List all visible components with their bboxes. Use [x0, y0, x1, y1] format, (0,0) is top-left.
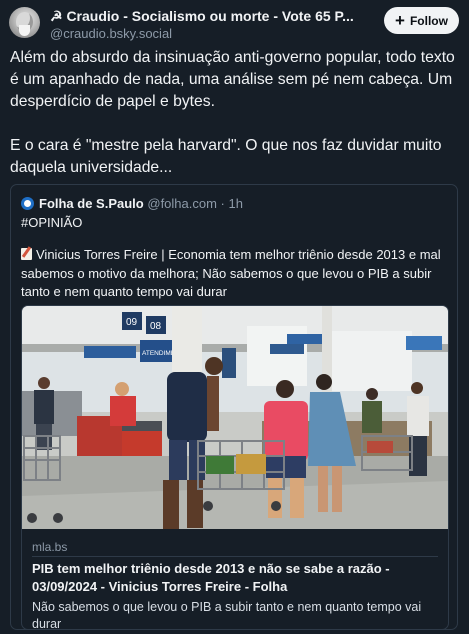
link-divider: [32, 556, 438, 557]
quoted-text-body: Vinicius Torres Freire | Economia tem me…: [21, 247, 441, 299]
meta-separator: ·: [216, 196, 229, 211]
link-description: Não sabemos o que levou o PIB a subir ta…: [32, 600, 422, 630]
quoted-post-text: Vinicius Torres Freire | Economia tem me…: [21, 246, 449, 302]
supermarket-photo: 09 08 ATENDIME: [22, 306, 448, 529]
quoted-post-header: Folha de S.Paulo @folha.com · 1h: [39, 196, 243, 211]
quoted-hashtag[interactable]: #OPINIÃO: [21, 215, 82, 230]
quoted-author-handle[interactable]: @folha.com: [147, 196, 217, 211]
post-paragraph: E o cara é "mestre pela harvard". O que …: [10, 137, 442, 176]
avatar-beard: [19, 25, 30, 36]
post-paragraph: Além do absurdo da insinuação anti-gover…: [10, 49, 455, 110]
link-domain: mla.bs: [32, 540, 68, 554]
author-name[interactable]: ☭ Craudio - Socialismo ou morte - Vote 6…: [50, 8, 356, 25]
link-preview-card[interactable]: 09 08 ATENDIME mla.bs PIB tem melhor tri…: [21, 305, 449, 630]
quoted-author-name[interactable]: Folha de S.Paulo: [39, 196, 144, 211]
post-text: Além do absurdo da insinuação anti-gover…: [10, 47, 460, 179]
follow-label: Follow: [409, 13, 448, 28]
quoted-post[interactable]: Folha de S.Paulo @folha.com · 1h #OPINIÃ…: [10, 184, 458, 630]
folha-avatar[interactable]: [21, 197, 34, 210]
sign-atendimento: ATENDIME: [142, 350, 176, 357]
author-avatar[interactable]: [9, 7, 40, 38]
author-handle[interactable]: @craudio.bsky.social: [50, 26, 172, 41]
link-title[interactable]: PIB tem melhor triênio desde 2013 e não …: [32, 560, 440, 595]
memo-icon: [21, 248, 32, 260]
sign-09: 09: [126, 317, 138, 328]
quoted-post-time: 1h: [228, 196, 243, 211]
sign-08: 08: [150, 321, 162, 332]
plus-icon: +: [395, 11, 405, 30]
follow-button[interactable]: + Follow: [384, 7, 459, 34]
